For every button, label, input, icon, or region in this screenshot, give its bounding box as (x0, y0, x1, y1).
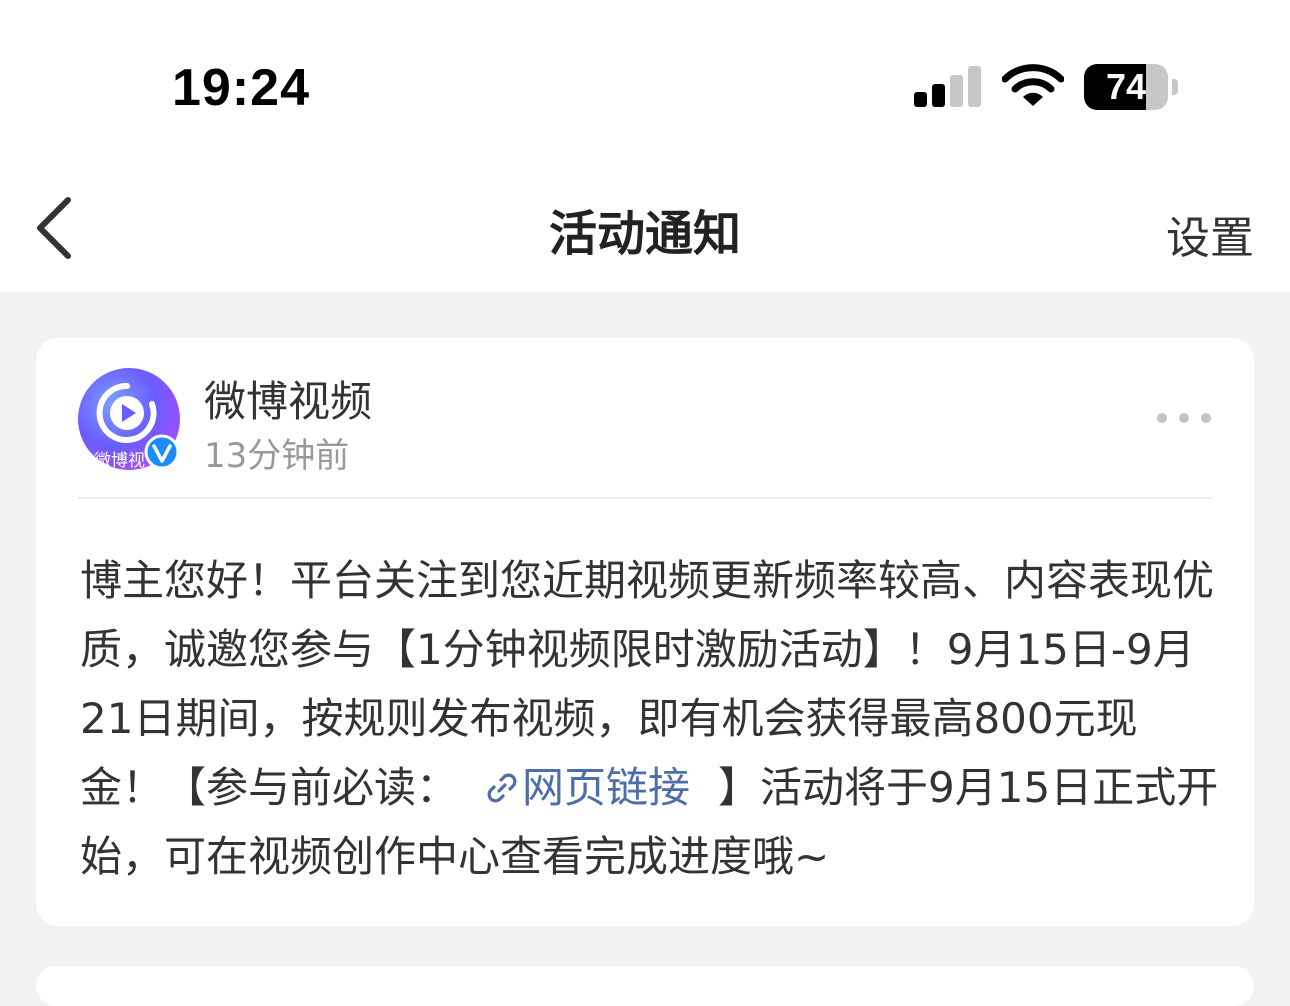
more-dots-icon[interactable] (1154, 406, 1214, 430)
divider (78, 497, 1212, 499)
wifi-icon (1002, 64, 1064, 106)
battery-cap (1172, 79, 1178, 95)
web-link-label: 网页链接 (522, 763, 691, 812)
link-icon (487, 773, 517, 803)
status-time: 19:24 (172, 59, 310, 117)
notification-card[interactable]: 微博视 微博视频 13分钟前 博主您好！平台关注到您近期视频更新频率较高、内容表… (36, 338, 1254, 926)
page-title: 活动通知 (548, 206, 741, 262)
avatar-caption: 微博视 (94, 451, 145, 471)
battery-icon: 74 (1084, 64, 1180, 110)
next-notification-card[interactable] (36, 966, 1254, 1006)
settings-button[interactable]: 设置 (1166, 202, 1254, 266)
battery-level: 74 (1105, 66, 1147, 107)
post-time: 13分钟前 (204, 436, 350, 476)
battery-body: 74 (1084, 64, 1168, 110)
verified-badge-icon (144, 434, 180, 470)
cellular-signal-icon (914, 66, 981, 107)
status-bar: 19:24 74 (0, 0, 1290, 150)
web-link[interactable]: 网页链接 (458, 763, 718, 812)
message-body: 博主您好！平台关注到您近期视频更新频率较高、内容表现优质，诚邀您参与【1分钟视频… (80, 546, 1220, 891)
nav-bar: 活动通知 设置 (0, 150, 1290, 292)
account-name[interactable]: 微博视频 (204, 368, 372, 429)
